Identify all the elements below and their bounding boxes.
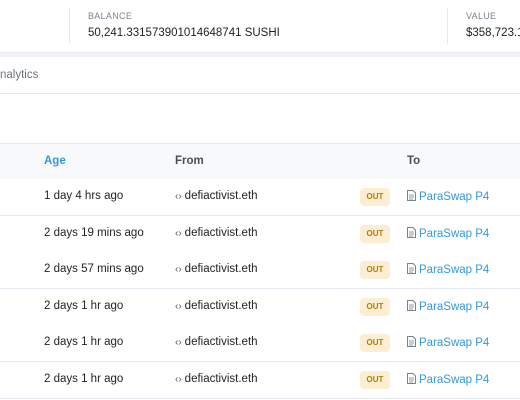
from-cell: ‹› defiactivist.eth <box>175 263 258 275</box>
code-icon: ‹› <box>175 264 182 275</box>
document-icon <box>407 336 416 347</box>
code-icon: ‹› <box>175 373 182 385</box>
to-cell: ParaSwap P4 <box>407 190 489 203</box>
document-icon <box>407 190 416 201</box>
value-label: VALUE <box>466 11 497 21</box>
document-icon <box>407 263 416 274</box>
to-cell: ParaSwap P4 <box>407 226 489 240</box>
table-row: 2 days 1 hr ago ‹› defiactivist.eth OUT Para… <box>0 325 520 362</box>
balance-value: 50,241.331573901014648741 SUSHI <box>88 27 280 39</box>
to-cell: ParaSwap P4 <box>407 372 489 386</box>
token-holder-page: BALANCE 50,241.331573901014648741 SUSHI … <box>0 0 520 400</box>
to-address-link[interactable]: ParaSwap P4 <box>419 264 489 276</box>
to-cell: ParaSwap P4 <box>407 299 489 313</box>
direction-badge: OUT <box>360 370 390 389</box>
to-cell: ParaSwap P4 <box>407 263 489 276</box>
direction-badge: OUT <box>360 297 390 316</box>
table-row: 2 days 19 mins ago ‹› defiactivist.eth OUT P… <box>0 215 520 253</box>
balance-label: BALANCE <box>88 11 133 21</box>
from-address-link[interactable]: defiactivist.eth <box>185 263 258 275</box>
from-address-link[interactable]: defiactivist.eth <box>185 336 258 348</box>
divider <box>69 8 70 44</box>
table-row: 2 days 1 hr ago ‹› defiactivist.eth OUT Para… <box>0 361 520 399</box>
age-cell: 2 days 57 mins ago <box>44 263 144 275</box>
from-address-link[interactable]: defiactivist.eth <box>185 300 258 312</box>
value-value: $358,723.1 <box>466 27 520 39</box>
to-address-link[interactable]: ParaSwap P4 <box>419 301 489 313</box>
from-cell: ‹› defiactivist.eth <box>175 336 258 348</box>
to-address-link[interactable]: ParaSwap P4 <box>419 374 489 386</box>
column-header-from: From <box>175 155 204 167</box>
code-icon: ‹› <box>175 191 182 202</box>
age-cell: 2 days 19 mins ago <box>44 226 144 239</box>
document-icon <box>407 299 416 311</box>
document-icon <box>407 226 416 238</box>
from-cell: ‹› defiactivist.eth <box>175 190 258 202</box>
direction-badge: OUT <box>360 261 390 279</box>
column-header-to: To <box>407 155 421 167</box>
divider <box>447 8 448 44</box>
code-icon: ‹› <box>175 300 182 312</box>
summary-card: BALANCE 50,241.331573901014648741 SUSHI … <box>0 0 520 53</box>
tab-analytics[interactable]: nalytics <box>0 69 38 81</box>
age-cell: 2 days 1 hr ago <box>44 336 124 348</box>
from-address-link[interactable]: defiactivist.eth <box>185 227 258 239</box>
tab-bar: nalytics <box>0 57 520 94</box>
age-cell: 2 days 1 hr ago <box>44 299 124 312</box>
column-header-age[interactable]: Age <box>44 155 66 167</box>
to-cell: ParaSwap P4 <box>407 336 489 349</box>
from-cell: ‹› defiactivist.eth <box>175 373 258 385</box>
to-address-link[interactable]: ParaSwap P4 <box>419 228 489 240</box>
direction-badge: OUT <box>360 334 390 352</box>
table-row: 1 day 4 hrs ago ‹› defiactivist.eth OUT Para… <box>0 179 520 216</box>
age-cell: 1 day 4 hrs ago <box>44 190 124 202</box>
from-address-link[interactable]: defiactivist.eth <box>185 190 258 202</box>
table-row: 2 days 57 mins ago ‹› defiactivist.eth OUT P… <box>0 252 520 289</box>
to-address-link[interactable]: ParaSwap P4 <box>419 191 489 203</box>
from-cell: ‹› defiactivist.eth <box>175 227 258 239</box>
document-icon <box>407 372 416 384</box>
code-icon: ‹› <box>175 337 182 348</box>
to-address-link[interactable]: ParaSwap P4 <box>419 337 489 349</box>
table-header: Age From To <box>0 143 520 180</box>
table-row: 2 days 1 hr ago ‹› defiactivist.eth OUT Para… <box>0 288 520 326</box>
age-cell: 2 days 1 hr ago <box>44 372 124 385</box>
direction-badge: OUT <box>360 224 390 243</box>
code-icon: ‹› <box>175 227 182 239</box>
from-cell: ‹› defiactivist.eth <box>175 300 258 312</box>
transfers-card: nalytics Age From To 1 day 4 hrs ago ‹› de… <box>0 57 520 400</box>
from-address-link[interactable]: defiactivist.eth <box>185 373 258 385</box>
direction-badge: OUT <box>360 188 390 206</box>
